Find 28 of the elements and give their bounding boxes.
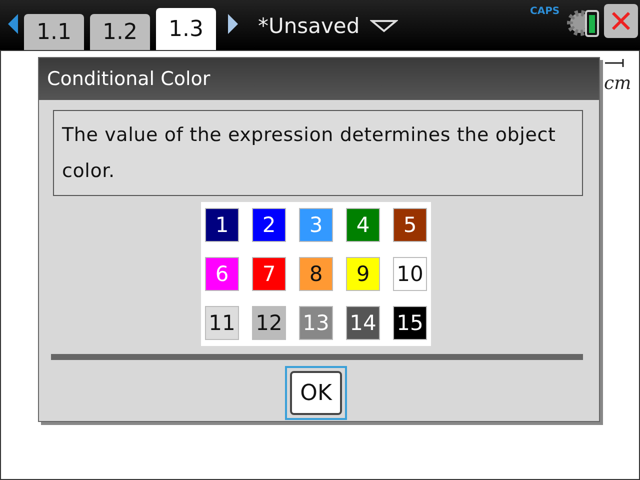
color-swatch[interactable]: 15 [393,306,427,340]
close-icon [610,10,632,32]
color-swatch[interactable]: 11 [205,306,239,340]
message-text: The value of the expression determines the object color. [53,110,583,196]
tab[interactable]: 1.3 [156,8,216,50]
left-arrow-icon[interactable] [6,12,20,36]
color-swatch[interactable]: 1 [205,208,239,242]
color-swatch[interactable]: 5 [393,208,427,242]
color-swatch[interactable]: 2 [252,208,286,242]
color-swatch[interactable]: 7 [252,257,286,291]
color-swatch[interactable]: 13 [299,306,333,340]
battery-icon [566,8,602,38]
right-arrow-icon[interactable] [226,12,240,36]
caps-indicator: CAPS [530,6,560,17]
caret-icon [370,19,398,33]
tab[interactable]: 1.1 [24,14,84,50]
tab[interactable]: 1.2 [90,14,150,50]
document-menu[interactable]: *Unsaved [258,14,398,38]
dialog-title: Conditional Color [39,58,599,100]
color-swatch[interactable]: 8 [299,257,333,291]
unit-label: cm [604,73,632,94]
ok-button[interactable]: OK [290,371,342,415]
color-swatch[interactable]: 10 [393,257,427,291]
color-swatch[interactable]: 4 [346,208,380,242]
color-swatch[interactable]: 12 [252,306,286,340]
scale-bar-icon [605,59,625,67]
color-swatch[interactable]: 14 [346,306,380,340]
color-swatch[interactable]: 9 [346,257,380,291]
